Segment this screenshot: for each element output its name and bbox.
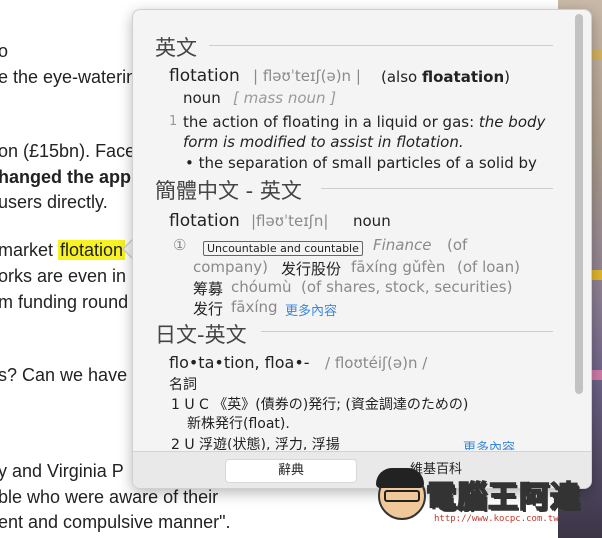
article-line: ent and compulsive manner". — [0, 512, 231, 532]
translation: 发行股份 — [281, 260, 342, 278]
section-divider — [209, 45, 553, 46]
also-spelling: (also floatation) — [381, 68, 510, 86]
highlighted-word[interactable]: flotation — [58, 240, 126, 260]
popover-scrollbar[interactable] — [575, 14, 583, 394]
section-heading-english: 英文 — [155, 36, 197, 60]
pronunciation: / floʊtéiʃ(ə)n / — [325, 354, 428, 372]
part-of-speech: noun — [183, 89, 221, 107]
section-heading-japanese: 日文-英文 — [155, 323, 247, 347]
article-line: on (£15bn). Face — [0, 141, 136, 161]
countability-badge-wrap: Uncountable and countable — [203, 238, 363, 256]
countability-badge: Uncountable and countable — [203, 241, 363, 256]
definition-line: the action of floating in a liquid or ga… — [183, 113, 545, 131]
definition-example-cont: form is modified to assist in flotation. — [183, 133, 464, 151]
headword: flo•ta•tion, floa•- — [169, 353, 310, 372]
tab-dictionary[interactable]: 辭典 — [225, 459, 357, 483]
dictionary-content: 英文 flotation | fləʊˈteɪʃ(ə)n | (also flo… — [133, 10, 573, 450]
watermark-brand: 電腦王阿達 — [425, 479, 581, 516]
article-line-text: market — [0, 240, 59, 260]
headword: flotation — [169, 211, 240, 231]
also-prefix: (also — [381, 68, 422, 86]
gloss-fragment: (of loan) — [457, 258, 520, 276]
article-line: s? Can we have — [0, 365, 128, 385]
gloss-fragment: (of — [447, 236, 468, 254]
more-content-link[interactable]: 更多內容 — [285, 300, 337, 319]
sub-definition: • the separation of small particles of a… — [185, 154, 537, 172]
article-line: e the eye-watering — [0, 67, 147, 87]
pinyin: fāxíng — [231, 298, 278, 316]
part-of-speech: noun — [353, 212, 391, 230]
article-line: y and Virginia P — [0, 461, 124, 481]
section-heading-chinese: 簡體中文 - 英文 — [155, 179, 302, 203]
article-line: o — [0, 41, 9, 61]
pronunciation: |fləʊˈteɪʃn| — [251, 212, 329, 230]
article-line: ble who were aware of their — [0, 487, 219, 507]
more-content-link[interactable]: 更多內容 — [463, 437, 515, 450]
watermark-glasses — [384, 490, 420, 502]
definition-line: 2 U 浮遊(状態), 浮力, 浮揚 — [171, 437, 340, 450]
article-line-highlight: market flotation — [0, 240, 126, 261]
pronunciation: | fləʊˈteɪʃ(ə)n | — [253, 67, 361, 85]
article-line: hanged the app — [0, 167, 132, 187]
section-divider — [321, 188, 553, 189]
also-suffix: ) — [504, 68, 510, 86]
definition-text: the action of floating in a liquid or ga… — [183, 113, 479, 131]
definition-line: 新株発行(float). — [187, 416, 290, 432]
article-line: orks are even in — [0, 266, 127, 286]
part-of-speech: 名詞 — [169, 377, 197, 393]
watermark-url: http://www.kocpc.com.tw — [434, 514, 559, 524]
headword: flotation — [169, 66, 240, 86]
watermark-hair — [376, 468, 424, 488]
definition-number: 1 — [169, 114, 178, 129]
pinyin: fāxíng gǔfèn — [351, 258, 446, 276]
definition-example: the body — [478, 113, 546, 131]
section-divider — [261, 331, 553, 332]
translation: 发行 — [193, 300, 224, 318]
mass-noun-tag: [ mass noun ] — [233, 89, 337, 107]
also-word: floatation — [421, 68, 505, 86]
dictionary-popover: 英文 flotation | fləʊˈteɪʃ(ə)n | (also flo… — [132, 9, 592, 489]
article-line: m funding round — [0, 292, 129, 312]
gloss-fragment: company) — [193, 258, 268, 276]
watermark: 電腦王阿達 http://www.kocpc.com.tw — [368, 468, 602, 538]
domain-label: Finance — [373, 236, 432, 254]
translation: 筹募 — [193, 280, 224, 298]
article-line: users directly. — [0, 192, 108, 212]
sense-number: ① — [173, 236, 187, 254]
gloss-fragment: (of shares, stock, securities) — [301, 278, 513, 296]
definition-line: 1 U C 《英》(債券の)発行; (資金調達のための) — [171, 397, 469, 413]
pinyin: chóumù — [231, 278, 292, 296]
